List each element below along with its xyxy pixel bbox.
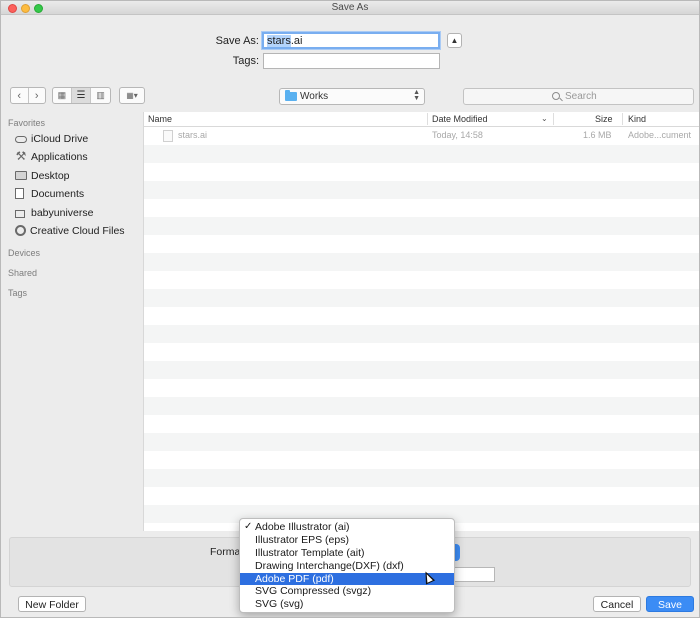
menu-item-label: Adobe PDF (pdf) — [255, 572, 334, 585]
view-mode-buttons: ▦ ☰ ▥ — [52, 87, 111, 104]
list-header: Name Date Modified ⌄ Size Kind — [144, 112, 699, 127]
sidebar-section-shared: Shared — [8, 268, 38, 278]
forward-button[interactable]: › — [29, 88, 46, 103]
sidebar-item-label: Desktop — [31, 169, 70, 182]
sidebar-item-icloud-drive[interactable]: iCloud Drive — [15, 131, 88, 146]
column-divider[interactable] — [427, 113, 428, 125]
arrange-grid-icon: ▦▾ — [126, 91, 138, 100]
list-background — [144, 127, 699, 531]
save-button[interactable]: Save — [646, 596, 694, 612]
file-list: Name Date Modified ⌄ Size Kind stars.ai … — [144, 112, 699, 531]
sidebar: Favorites iCloud Drive ⚒ Applications De… — [1, 112, 144, 531]
documents-icon — [15, 188, 24, 199]
location-label: Works — [300, 91, 329, 102]
location-popup[interactable]: Works ▲ ▼ — [279, 88, 425, 105]
column-header-date-modified[interactable]: Date Modified — [432, 114, 488, 124]
sidebar-item-creative-cloud-files[interactable]: Creative Cloud Files — [15, 223, 125, 238]
menu-item-label: Adobe Illustrator (ai) — [255, 521, 350, 533]
new-folder-button[interactable]: New Folder — [18, 596, 86, 612]
search-field[interactable] — [463, 88, 694, 105]
list-view-button[interactable]: ☰ — [71, 88, 92, 103]
tags-input[interactable] — [263, 53, 440, 69]
filename-extension: .ai — [290, 35, 303, 47]
sidebar-item-desktop[interactable]: Desktop — [15, 168, 70, 183]
desktop-icon — [15, 171, 27, 180]
file-size: 1.6 MB — [583, 130, 612, 140]
column-header-name[interactable]: Name — [148, 114, 172, 124]
sidebar-item-label: Documents — [31, 187, 85, 200]
column-header-size[interactable]: Size — [595, 114, 613, 124]
creative-cloud-icon — [15, 225, 26, 236]
chevron-up-icon: ▲ — [450, 36, 459, 45]
applications-icon: ⚒ — [15, 149, 27, 163]
column-divider[interactable] — [622, 113, 623, 125]
collapse-dialog-button[interactable]: ▲ — [447, 33, 462, 48]
cloud-icon — [15, 136, 27, 143]
column-header-kind[interactable]: Kind — [628, 114, 646, 124]
search-icon — [552, 92, 560, 100]
sidebar-section-tags: Tags — [8, 288, 28, 298]
chevron-right-icon: › — [34, 89, 39, 102]
column-view-button[interactable]: ▥ — [91, 88, 110, 103]
sidebar-item-babyuniverse[interactable]: babyuniverse — [15, 205, 93, 220]
window-title: Save As — [331, 2, 369, 13]
sidebar-item-label: iCloud Drive — [31, 132, 89, 145]
filename-selected-text: stars — [267, 35, 291, 47]
format-option-dxf[interactable]: Drawing Interchange(DXF) (dxf) — [240, 560, 454, 573]
format-option-svgz[interactable]: SVG Compressed (svgz) — [240, 585, 454, 598]
menu-item-label: Illustrator EPS (eps) — [255, 533, 349, 546]
format-option-svg[interactable]: SVG (svg) — [240, 598, 454, 611]
sidebar-item-label: babyuniverse — [31, 206, 94, 219]
sidebar-item-label: Applications — [31, 150, 88, 163]
title-bar: Save As — [1, 1, 699, 15]
sidebar-section-favorites: Favorites — [8, 118, 46, 128]
format-option-ait[interactable]: Illustrator Template (ait) — [240, 547, 454, 560]
icon-view-button[interactable]: ▦ — [53, 88, 72, 103]
menu-item-label: SVG (svg) — [255, 598, 304, 611]
browser-toolbar: ‹ › ▦ ☰ ▥ ▦▾ Works ▲ ▼ — [1, 85, 699, 109]
format-options-field[interactable] — [453, 567, 495, 582]
format-option-ai[interactable]: ✓ Adobe Illustrator (ai) — [240, 521, 454, 534]
menu-item-label: SVG Compressed (svgz) — [255, 585, 372, 598]
sidebar-item-applications[interactable]: ⚒ Applications — [15, 149, 88, 164]
save-as-dialog: Save As Save As: stars.ai ▲ Tags: ‹ › ▦ … — [0, 0, 700, 618]
search-input[interactable] — [565, 91, 685, 102]
menu-item-label: Drawing Interchange(DXF) (dxf) — [255, 559, 404, 572]
checkmark-icon: ✓ — [244, 521, 253, 532]
format-dropdown-menu: ✓ Adobe Illustrator (ai) Illustrator EPS … — [239, 518, 455, 613]
save-as-input[interactable]: stars.ai — [262, 32, 440, 49]
sidebar-item-documents[interactable]: Documents — [15, 186, 84, 201]
home-icon — [15, 210, 25, 218]
list-icon: ☰ — [76, 90, 86, 101]
sort-chevron-down-icon: ⌄ — [541, 114, 548, 123]
file-icon — [163, 130, 173, 142]
file-name: stars.ai — [178, 130, 208, 140]
folder-icon — [285, 90, 297, 101]
tags-label: Tags: — [232, 55, 259, 67]
format-option-eps[interactable]: Illustrator EPS (eps) — [240, 534, 454, 547]
chevron-left-icon: ‹ — [17, 89, 22, 102]
columns-icon: ▥ — [96, 90, 105, 100]
save-as-label: Save As: — [215, 35, 259, 47]
cancel-button[interactable]: Cancel — [593, 596, 641, 612]
menu-item-label: Illustrator Template (ait) — [255, 546, 365, 559]
file-kind: Adobe...cument — [628, 130, 692, 140]
back-button[interactable]: ‹ — [11, 88, 29, 103]
sidebar-item-label: Creative Cloud Files — [30, 224, 125, 237]
file-date: Today, 14:58 — [432, 130, 483, 140]
nav-buttons: ‹ › — [10, 87, 46, 104]
updown-arrows-icon: ▲ ▼ — [413, 89, 420, 102]
grid-icon: ▦ — [57, 90, 67, 100]
arrange-button[interactable]: ▦▾ — [119, 87, 145, 104]
column-divider[interactable] — [553, 113, 554, 125]
table-row[interactable]: stars.ai Today, 14:58 1.6 MB Adobe...cum… — [144, 127, 699, 145]
save-name-area: Save As: stars.ai ▲ Tags: — [1, 16, 699, 78]
sidebar-section-devices: Devices — [8, 248, 41, 258]
